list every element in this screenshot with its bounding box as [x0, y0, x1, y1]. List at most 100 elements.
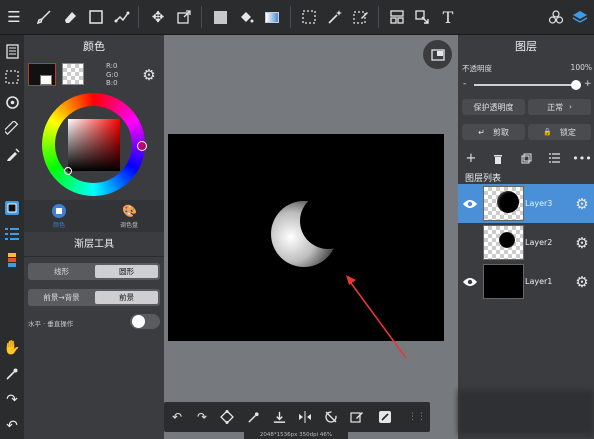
- palette-stack-icon[interactable]: [1, 249, 23, 271]
- redo-icon[interactable]: ↷: [1, 389, 23, 411]
- gradient-mode-segment: 前景→背景 前景: [28, 289, 160, 306]
- layer-actions-bar: + •••: [458, 148, 594, 168]
- edit-image-icon[interactable]: [374, 406, 396, 428]
- rotate-icon[interactable]: [1, 91, 23, 113]
- visibility-eye-icon[interactable]: [461, 273, 479, 291]
- opacity-slider-track[interactable]: [474, 84, 580, 86]
- save-download-icon[interactable]: [268, 406, 290, 428]
- undo-icon[interactable]: ↶: [1, 415, 23, 437]
- clipping-icon: ↵: [478, 127, 485, 137]
- color-panel-title: 颜色: [83, 40, 105, 53]
- flip-toggle[interactable]: [130, 314, 160, 329]
- layers-panel: 图层 不透明度 100% - + 保护透明度 正常 › ↵ 剪取 🔒 锁定 + …: [458, 35, 594, 439]
- hue-picker-handle[interactable]: [137, 141, 147, 151]
- red-arrow-annotation: [346, 275, 407, 359]
- layer2-name: Layer2: [525, 238, 553, 247]
- tab-palette-label: 调色盘: [119, 222, 138, 229]
- document-icon[interactable]: [1, 40, 23, 62]
- layers-icon[interactable]: [569, 6, 591, 28]
- opacity-value: 100%: [570, 63, 592, 72]
- menu-icon[interactable]: ☰: [3, 6, 25, 28]
- layer3-settings-gear-icon[interactable]: ⚙: [573, 195, 591, 213]
- magic-wand-icon[interactable]: [324, 6, 346, 28]
- select-rect-icon[interactable]: [85, 6, 107, 28]
- visibility-eye-icon[interactable]: [461, 195, 479, 213]
- pen-icon[interactable]: [1, 143, 23, 165]
- color-settings-gear-icon[interactable]: ⚙: [140, 66, 158, 84]
- rgb-b: B:0: [106, 79, 118, 87]
- layer1-settings-gear-icon[interactable]: ⚙: [573, 273, 591, 291]
- brush-icon[interactable]: [33, 6, 55, 28]
- layer-list-icon[interactable]: [546, 148, 562, 168]
- background-color-swatch-mini: [40, 75, 52, 85]
- add-layer-icon[interactable]: +: [463, 148, 479, 168]
- sparkle-icon[interactable]: [111, 6, 133, 28]
- hand-icon[interactable]: ✋: [1, 337, 23, 359]
- tab-color-wheel[interactable]: 颜色: [34, 200, 84, 232]
- shape-linear-option[interactable]: 线形: [30, 265, 93, 278]
- palette-icon: 🎨: [122, 204, 137, 218]
- color-swatch-icon[interactable]: [1, 197, 23, 219]
- dotted-select-icon[interactable]: [1, 66, 23, 88]
- trash-icon[interactable]: [490, 148, 506, 168]
- more-options-icon[interactable]: •••: [572, 148, 591, 168]
- layer-row-layer1[interactable]: Layer1 ⚙: [458, 262, 594, 301]
- canvas-area: [164, 35, 458, 439]
- bucket-icon[interactable]: [235, 6, 257, 28]
- color-panel: 颜色 R:0 G:0 B:0 ⚙ 颜色 🎨 调色盘 渐层工具 线形 圆形 前景→…: [24, 35, 164, 439]
- undo-icon[interactable]: ↶: [166, 406, 188, 428]
- ruler-icon[interactable]: [1, 117, 23, 139]
- opacity-slider-thumb[interactable]: [571, 80, 581, 90]
- fullscreen-icon: [430, 48, 445, 61]
- saturation-value-square[interactable]: [68, 119, 120, 171]
- lasso-rect-icon[interactable]: [298, 6, 320, 28]
- transparent-color-swatch[interactable]: [62, 63, 84, 85]
- layer-row-layer3[interactable]: Layer3 ⚙: [458, 184, 594, 223]
- text-icon[interactable]: T: [437, 6, 459, 28]
- gradient-icon[interactable]: [261, 6, 283, 28]
- clipping-button[interactable]: ↵ 剪取: [462, 124, 525, 140]
- lock-button[interactable]: 🔒 锁定: [528, 124, 591, 140]
- protect-alpha-button[interactable]: 保护透明度: [462, 99, 525, 115]
- eyedropper-icon[interactable]: [242, 406, 264, 428]
- material-icon[interactable]: [545, 6, 567, 28]
- layer-list-title: 图层列表: [465, 174, 502, 184]
- transform-icon[interactable]: [173, 6, 195, 28]
- gradient-tool-title: 渐层工具: [74, 239, 114, 250]
- fullscreen-button[interactable]: [423, 40, 452, 69]
- mode-fg-option[interactable]: 前景: [95, 291, 158, 304]
- list-icon[interactable]: [1, 223, 23, 245]
- layer-row-layer2[interactable]: Layer2 ⚙: [458, 223, 594, 262]
- tab-color-wheel-label: 颜色: [52, 222, 65, 229]
- layer2-settings-gear-icon[interactable]: ⚙: [573, 234, 591, 252]
- canvas-info-status: 2048*1536px 350dpi 46%: [244, 432, 348, 439]
- flip-horizontal-icon[interactable]: [294, 406, 316, 428]
- opacity-plus-button[interactable]: +: [584, 79, 592, 89]
- panel-icon[interactable]: [386, 6, 408, 28]
- duplicate-layer-icon[interactable]: [518, 148, 534, 168]
- redo-icon[interactable]: ↷: [191, 406, 213, 428]
- move-icon[interactable]: ✥: [147, 6, 169, 28]
- flip-label: 水平 · 垂直操作: [28, 320, 74, 328]
- rotate-off-icon[interactable]: [320, 406, 342, 428]
- fill-color-icon[interactable]: [209, 6, 231, 28]
- flip-toggle-knob: [132, 315, 145, 328]
- cursor-icon[interactable]: [411, 6, 433, 28]
- sv-picker-handle[interactable]: [64, 167, 72, 175]
- mode-fg-bg-option[interactable]: 前景→背景: [30, 291, 93, 304]
- select-pen-icon[interactable]: [350, 6, 372, 28]
- layer3-name: Layer3: [525, 199, 553, 208]
- eraser-icon[interactable]: [59, 6, 81, 28]
- rgb-r: R:0: [106, 62, 118, 70]
- transform-handles-icon[interactable]: [216, 406, 238, 428]
- shape-radial-option[interactable]: 圆形: [95, 265, 158, 278]
- grip-handle-icon[interactable]: ⋮⋮: [406, 406, 428, 428]
- blend-mode-select[interactable]: 正常 ›: [528, 99, 591, 115]
- tab-palette[interactable]: 🎨 调色盘: [104, 200, 154, 232]
- edit-select-icon[interactable]: [346, 406, 368, 428]
- eyedropper-icon[interactable]: [1, 363, 23, 385]
- layer1-thumbnail: [483, 264, 524, 299]
- opacity-minus-button[interactable]: -: [463, 79, 466, 89]
- color-wheel-tab-icon: [52, 204, 66, 218]
- left-tool-strip: ✋ ↷ ↶: [0, 35, 24, 439]
